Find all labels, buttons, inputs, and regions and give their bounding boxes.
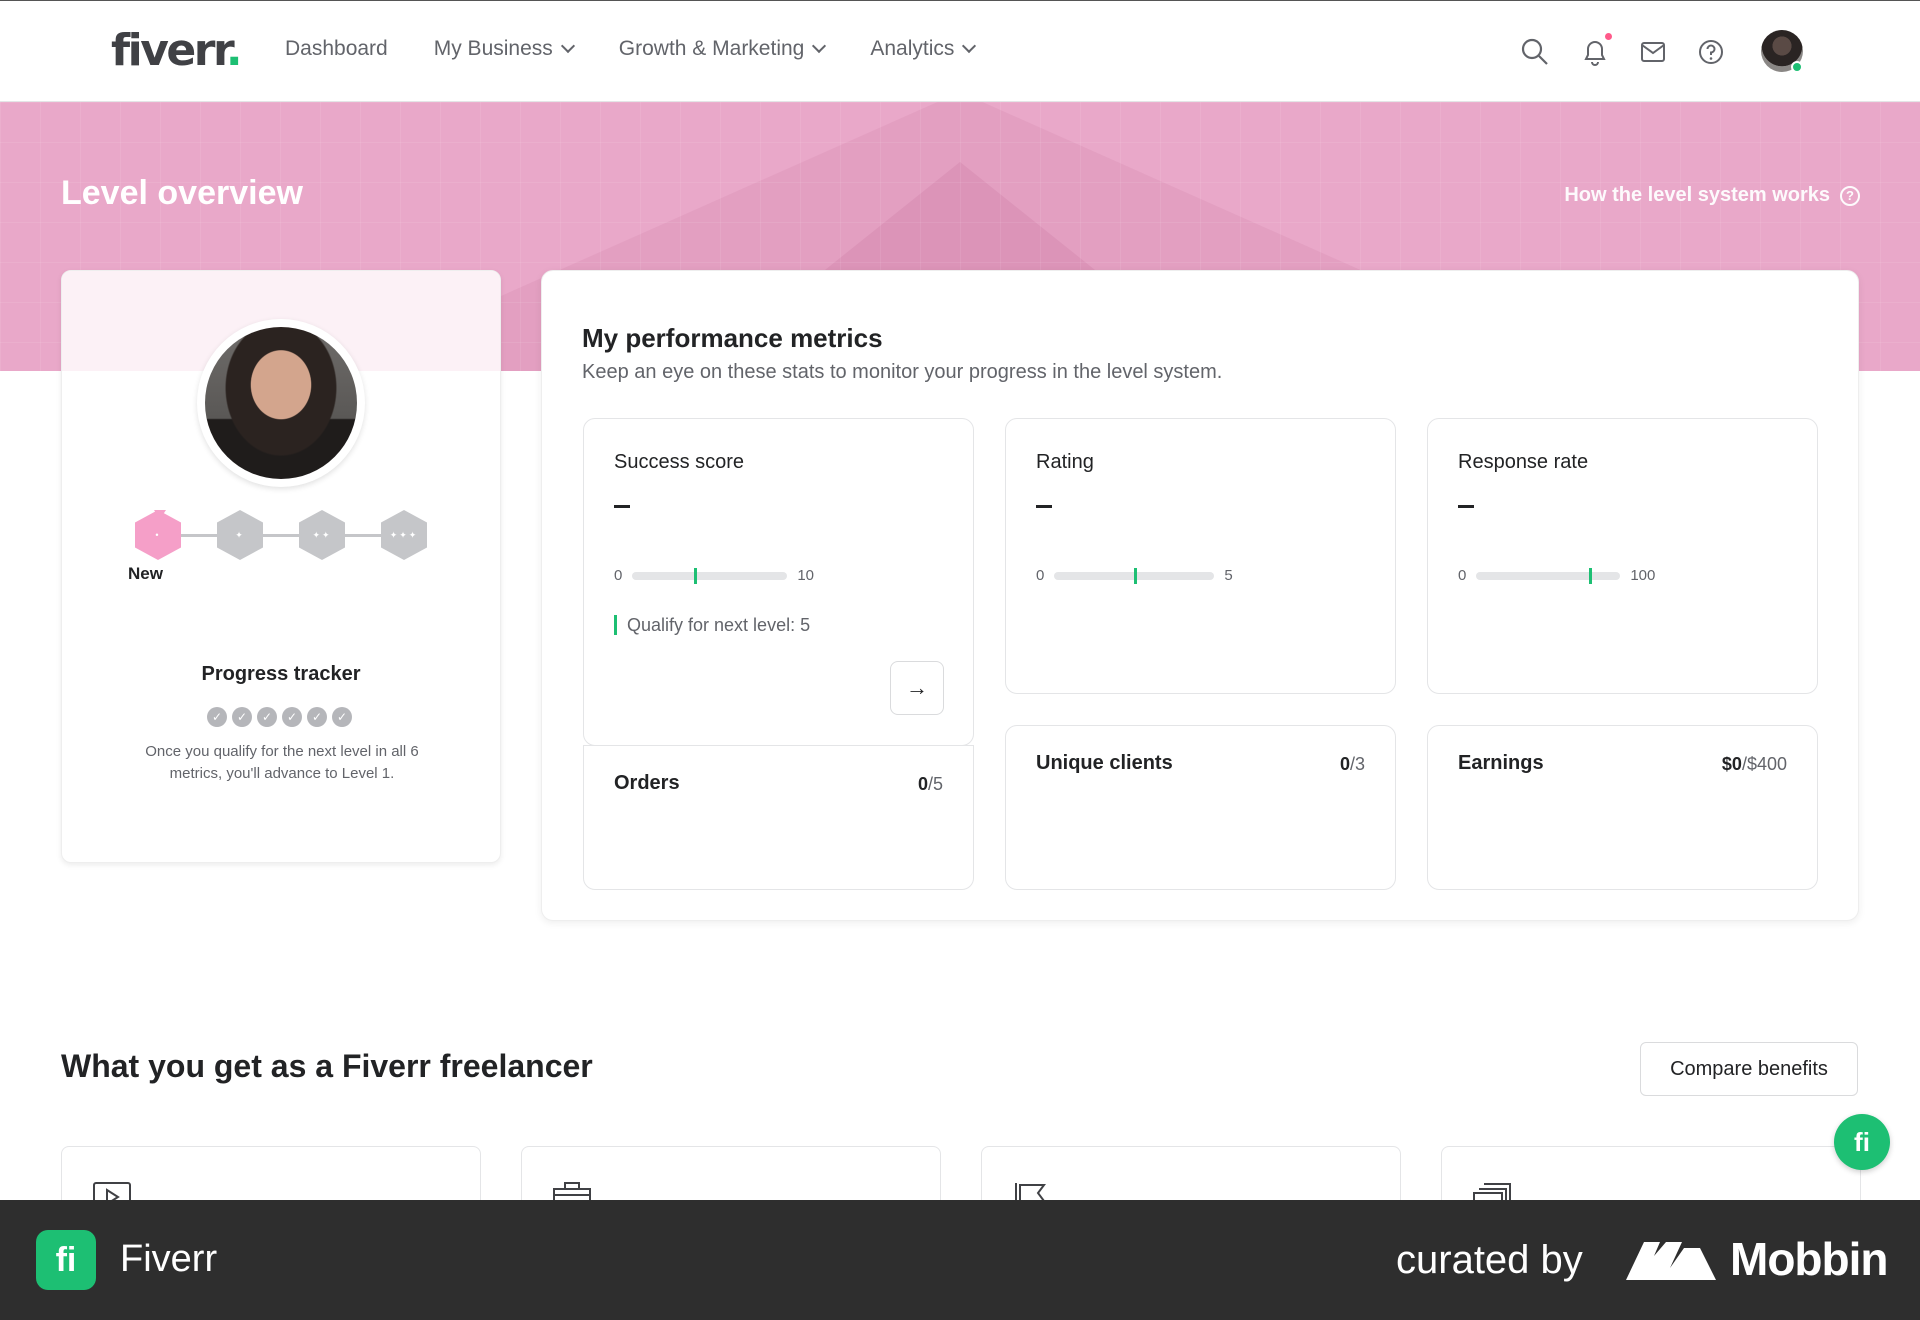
range-track	[632, 567, 788, 584]
check-icon: ✓	[257, 707, 277, 727]
chevron-down-icon	[560, 38, 575, 54]
fiverr-logo[interactable]: fiverr.	[111, 25, 243, 76]
range-min: 0	[614, 567, 623, 584]
profile-photo	[205, 327, 357, 479]
arrow-right-button[interactable]: →	[890, 661, 944, 715]
benefit-card[interactable]	[521, 1146, 941, 1211]
metric-value: 0/3	[1339, 754, 1365, 774]
progress-checks: ✓ ✓ ✓ ✓ ✓ ✓	[207, 707, 352, 727]
benefits-title: What you get as a Fiverr freelancer	[61, 1048, 593, 1084]
chevron-down-icon	[812, 38, 827, 54]
top-rated-badge-icon: ✦✦✦	[381, 510, 427, 560]
check-icon: ✓	[332, 707, 352, 727]
range-track	[1476, 567, 1621, 584]
benefit-card[interactable]	[1441, 1146, 1861, 1211]
profile-avatar	[197, 319, 365, 487]
range-max: 100	[1630, 567, 1656, 584]
level-connector	[263, 534, 299, 537]
target-marker	[1588, 567, 1592, 584]
level-progress-card: • ✦ ✦✦ ✦✦✦ New Progress tracker ✓ ✓ ✓ ✓ …	[61, 270, 501, 863]
help-icon[interactable]	[1696, 37, 1726, 67]
level-new-badge-icon: •	[135, 510, 181, 560]
check-icon: ✓	[207, 707, 227, 727]
nav-menu: Dashboard My Business Growth & Marketing…	[285, 37, 977, 61]
mobbin-brand: Mobbin	[1730, 1233, 1888, 1285]
level-system-link[interactable]: How the level system works?	[1564, 184, 1860, 207]
progress-tracker-title: Progress tracker	[201, 663, 361, 685]
nav-growth-marketing[interactable]: Growth & Marketing	[619, 37, 827, 61]
online-status-dot	[1791, 61, 1803, 73]
curated-by-label: curated by	[1396, 1238, 1583, 1282]
current-level-label: New	[128, 564, 163, 583]
page-title: Level overview	[61, 174, 303, 212]
benefit-card[interactable]	[981, 1146, 1401, 1211]
target-marker	[694, 567, 698, 584]
bell-icon[interactable]	[1580, 37, 1610, 67]
unique-clients-tile[interactable]: Unique clients 0/3	[1005, 725, 1396, 890]
performance-metrics-card: My performance metrics Keep an eye on th…	[541, 270, 1859, 921]
orders-tile[interactable]: Orders 0/5	[583, 745, 974, 890]
metric-label: Unique clients	[1036, 752, 1173, 774]
nav-dashboard[interactable]: Dashboard	[285, 37, 388, 61]
metric-empty-value	[1036, 505, 1052, 508]
progress-tracker-description: Once you qualify for the next level in a…	[145, 743, 419, 782]
notification-dot	[1605, 33, 1612, 40]
response-rate-tile[interactable]: Response rate 0 100	[1427, 418, 1818, 694]
level-2-badge-icon: ✦✦	[299, 510, 345, 560]
range-max: 10	[797, 567, 815, 584]
fiverr-app-icon: fi	[36, 1230, 96, 1290]
range-min: 0	[1036, 567, 1045, 584]
check-icon: ✓	[282, 707, 302, 727]
metric-empty-value	[1458, 505, 1474, 508]
success-score-tile[interactable]: Success score 0 10 Qualify for next leve…	[583, 418, 974, 746]
metric-label: Success score	[614, 451, 745, 473]
nav-my-business[interactable]: My Business	[434, 37, 575, 61]
metric-range-bar: 0 10	[614, 567, 814, 584]
benefit-card[interactable]	[61, 1146, 481, 1211]
question-icon: ?	[1840, 185, 1860, 206]
range-max: 5	[1224, 567, 1233, 584]
nav-analytics[interactable]: Analytics	[870, 37, 977, 61]
target-marker	[1134, 567, 1138, 584]
top-nav: fiverr. Dashboard My Business Growth & M…	[0, 0, 1920, 102]
level-connector	[181, 534, 217, 537]
mail-icon[interactable]	[1638, 37, 1668, 67]
level-steps: • ✦ ✦✦ ✦✦✦	[135, 510, 435, 590]
range-track	[1054, 567, 1215, 584]
metric-range-bar: 0 5	[1036, 567, 1233, 584]
metric-value: $0/$400	[1721, 754, 1787, 774]
check-icon: ✓	[232, 707, 252, 727]
metrics-title: My performance metrics	[582, 323, 883, 353]
metric-label: Response rate	[1458, 451, 1589, 473]
metric-empty-value	[614, 505, 630, 508]
footer-bar: fi Fiverr curated by Mobbin	[0, 1200, 1920, 1320]
mobbin-logo-icon	[1626, 1242, 1716, 1280]
metric-label: Orders	[614, 772, 680, 794]
compare-benefits-button[interactable]: Compare benefits	[1640, 1042, 1858, 1096]
search-icon[interactable]	[1520, 37, 1550, 67]
metric-label: Earnings	[1458, 752, 1544, 774]
chevron-down-icon	[962, 38, 977, 54]
earnings-tile[interactable]: Earnings $0/$400	[1427, 725, 1818, 890]
fiverr-assistant-button[interactable]: fi	[1834, 1114, 1890, 1170]
check-icon: ✓	[307, 707, 327, 727]
level-connector	[345, 534, 381, 537]
metric-range-bar: 0 100	[1458, 567, 1655, 584]
rating-tile[interactable]: Rating 0 5	[1005, 418, 1396, 694]
metrics-subtitle: Keep an eye on these stats to monitor yo…	[582, 361, 1223, 383]
qualify-hint: Qualify for next level: 5	[614, 615, 810, 635]
metric-value: 0/5	[917, 774, 943, 794]
metric-label: Rating	[1036, 451, 1094, 473]
level-1-badge-icon: ✦	[217, 510, 263, 560]
range-min: 0	[1458, 567, 1467, 584]
app-name: Fiverr	[120, 1238, 218, 1280]
